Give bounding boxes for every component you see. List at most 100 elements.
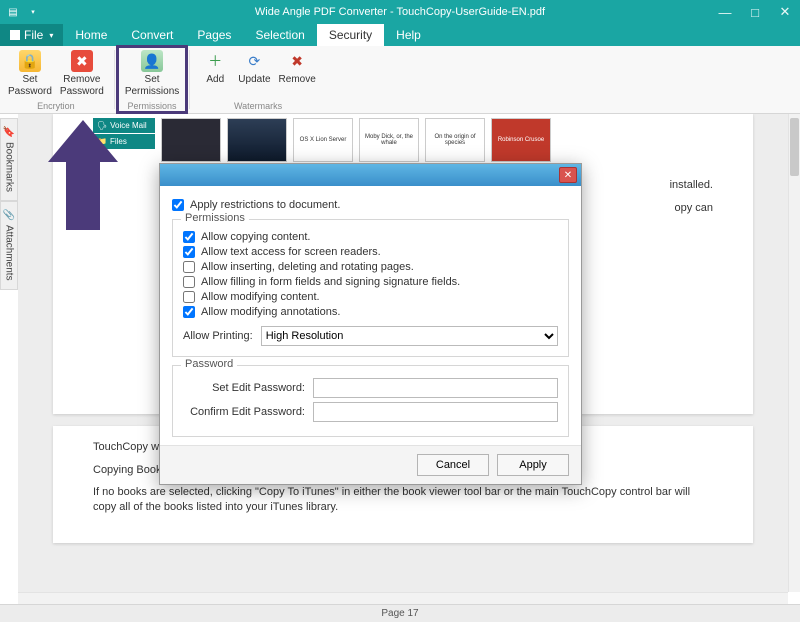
allow-modify-checkbox[interactable]: Allow modifying content. — [183, 291, 558, 303]
maximize-button[interactable]: □ — [740, 0, 770, 24]
tab-pages[interactable]: Pages — [185, 24, 243, 46]
book-thumb — [227, 118, 287, 162]
qat-dropdown-icon[interactable]: ▾ — [26, 5, 40, 19]
remove-watermark-button[interactable]: ✖ Remove — [275, 48, 320, 88]
set-password-input[interactable] — [313, 378, 558, 398]
horizontal-scrollbar[interactable] — [18, 592, 788, 604]
bookmarks-label: Bookmarks — [4, 142, 15, 192]
apply-restrictions-checkbox[interactable]: Apply restrictions to document. — [172, 199, 569, 211]
allow-printing-row: Allow Printing: High Resolution — [183, 326, 558, 346]
add-label: Add — [206, 74, 224, 86]
allow-copy-checkbox[interactable]: Allow copying content. — [183, 231, 558, 243]
checkbox-input[interactable] — [172, 199, 184, 211]
menu-bar: File ▾ Home Convert Pages Selection Secu… — [0, 24, 800, 46]
checkbox-label: Allow modifying content. — [201, 291, 320, 303]
confirm-password-row: Confirm Edit Password: — [183, 402, 558, 422]
allow-printing-select[interactable]: High Resolution — [261, 326, 558, 346]
app-title: Wide Angle PDF Converter - TouchCopy-Use… — [255, 6, 545, 18]
app-icon — [10, 30, 20, 40]
side-panel-tabs: 🔖 Bookmarks 📎 Attachments — [0, 118, 18, 290]
permissions-fieldset: Permissions Allow copying content. Allow… — [172, 219, 569, 357]
checkbox-input[interactable] — [183, 261, 195, 273]
separator — [114, 50, 115, 109]
update-watermark-button[interactable]: ⟳ Update — [234, 48, 274, 88]
separator — [189, 50, 190, 109]
vertical-scrollbar[interactable] — [788, 114, 800, 592]
checkbox-input[interactable] — [183, 246, 195, 258]
remove-password-label: Remove Password — [60, 74, 104, 97]
dialog-titlebar[interactable]: ✕ — [160, 164, 581, 186]
tab-security[interactable]: Security — [317, 24, 384, 46]
qat-icon[interactable]: ▤ — [6, 5, 20, 19]
doc-paragraph: If no books are selected, clicking "Copy… — [93, 485, 713, 515]
dialog-close-button[interactable]: ✕ — [559, 167, 577, 183]
remove-icon: ✖ — [71, 50, 93, 72]
checkbox-label: Allow inserting, deleting and rotating p… — [201, 261, 414, 273]
set-permissions-button[interactable]: 👤 Set Permissions — [121, 48, 183, 99]
bg-text: opy can — [674, 202, 713, 214]
group-label: Encrytion — [37, 101, 75, 113]
ribbon-group-encryption: 🔒 Set Password ✖ Remove Password Encryti… — [0, 46, 112, 113]
apply-button[interactable]: Apply — [497, 454, 569, 476]
checkbox-input[interactable] — [183, 231, 195, 243]
group-label: Watermarks — [234, 101, 282, 113]
allow-screenreader-checkbox[interactable]: Allow text access for screen readers. — [183, 246, 558, 258]
attachments-tab[interactable]: 📎 Attachments — [0, 201, 18, 290]
checkbox-label: Allow filling in form fields and signing… — [201, 276, 460, 288]
book-thumb: On the origin of species — [425, 118, 485, 162]
tab-help[interactable]: Help — [384, 24, 433, 46]
book-thumb — [161, 118, 221, 162]
ribbon-group-permissions: 👤 Set Permissions Permissions — [117, 46, 187, 113]
ribbon: 🔒 Set Password ✖ Remove Password Encryti… — [0, 46, 800, 114]
confirm-password-input[interactable] — [313, 402, 558, 422]
refresh-icon: ⟳ — [243, 50, 265, 72]
set-password-row: Set Edit Password: — [183, 378, 558, 398]
dialog-body: Apply restrictions to document. Permissi… — [160, 186, 581, 445]
tab-convert[interactable]: Convert — [119, 24, 185, 46]
voicemail-label: Voice Mail — [110, 121, 146, 130]
allow-insert-checkbox[interactable]: Allow inserting, deleting and rotating p… — [183, 261, 558, 273]
fieldset-legend: Password — [181, 358, 237, 370]
set-password-label: Set Password — [8, 74, 52, 97]
checkbox-input[interactable] — [183, 306, 195, 318]
allow-annotations-checkbox[interactable]: Allow modifying annotations. — [183, 306, 558, 318]
ribbon-group-watermarks: ＋ Add ⟳ Update ✖ Remove Watermarks — [192, 46, 324, 113]
checkbox-label: Allow text access for screen readers. — [201, 246, 381, 258]
cancel-button[interactable]: Cancel — [417, 454, 489, 476]
checkbox-label: Allow modifying annotations. — [201, 306, 340, 318]
tab-home[interactable]: Home — [63, 24, 119, 46]
scrollbar-thumb[interactable] — [790, 118, 799, 176]
chevron-down-icon: ▾ — [49, 31, 53, 40]
book-thumb: OS X Lion Server — [293, 118, 353, 162]
checkbox-input[interactable] — [183, 291, 195, 303]
delete-icon: ✖ — [286, 50, 308, 72]
category-list: 🗣Voice Mail 📁Files — [93, 118, 155, 162]
set-password-button[interactable]: 🔒 Set Password — [4, 48, 56, 99]
allow-formfill-checkbox[interactable]: Allow filling in form fields and signing… — [183, 276, 558, 288]
lock-icon: 🔒 — [19, 50, 41, 72]
file-label: File — [24, 28, 43, 42]
tab-selection[interactable]: Selection — [243, 24, 316, 46]
remove-password-button[interactable]: ✖ Remove Password — [56, 48, 108, 99]
allow-printing-label: Allow Printing: — [183, 330, 253, 342]
set-permissions-label: Set Permissions — [125, 74, 179, 97]
group-label: Permissions — [128, 101, 177, 113]
close-button[interactable]: ✕ — [770, 0, 800, 24]
book-thumb: Moby Dick, or, the whale — [359, 118, 419, 162]
checkbox-input[interactable] — [183, 276, 195, 288]
page-indicator: Page 17 — [381, 608, 418, 619]
checkbox-label: Apply restrictions to document. — [190, 199, 340, 211]
password-fieldset: Password Set Edit Password: Confirm Edit… — [172, 365, 569, 437]
update-label: Update — [238, 74, 270, 86]
dialog-buttons: Cancel Apply — [160, 445, 581, 484]
minimize-button[interactable]: — — [710, 0, 740, 24]
add-watermark-button[interactable]: ＋ Add — [196, 48, 234, 88]
fieldset-legend: Permissions — [181, 212, 249, 224]
status-bar: Page 17 — [0, 604, 800, 622]
bookmark-icon: 🔖 — [3, 127, 15, 138]
file-menu[interactable]: File ▾ — [0, 24, 63, 46]
bg-text: installed. — [670, 179, 713, 191]
files-label: Files — [110, 137, 127, 146]
paperclip-icon: 📎 — [3, 210, 15, 221]
bookmarks-tab[interactable]: 🔖 Bookmarks — [0, 118, 18, 201]
